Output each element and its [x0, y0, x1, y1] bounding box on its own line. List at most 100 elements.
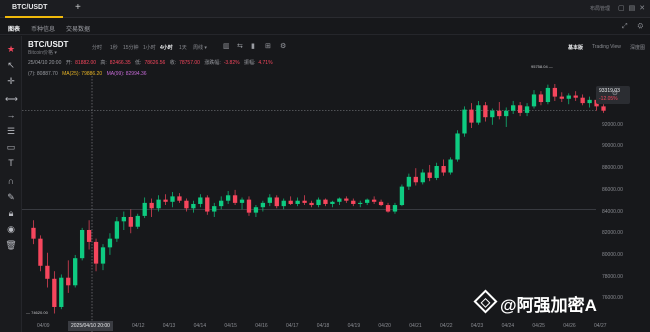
candle-body — [135, 215, 140, 227]
settings-icon[interactable]: ⚙ — [280, 42, 286, 50]
tab-coin-info[interactable]: 币种信息 — [31, 24, 55, 33]
candle-body — [323, 199, 328, 204]
candle-body — [59, 277, 64, 307]
price-tick: 92000.00 — [602, 121, 623, 128]
open-label: 开: — [65, 60, 73, 66]
add-tab-button[interactable]: + — [75, 2, 81, 13]
text-tool-icon[interactable]: T — [5, 158, 17, 169]
time-tick: 04/26 — [563, 323, 576, 329]
candle-body — [330, 201, 335, 204]
ohlc-info: 25/04/10 20:00 开: 81882.00 高: 82466.35 低: 7… — [28, 59, 276, 66]
interval-1s[interactable]: 1秒 — [110, 44, 118, 51]
candle-body — [142, 202, 147, 216]
ma25-value: MA(25): 79886.20 — [62, 71, 103, 77]
view-basic[interactable]: 基本版 — [568, 44, 583, 51]
high-label: 高: — [100, 60, 107, 66]
visibility-icon[interactable]: ◉ — [5, 224, 17, 235]
candlestick-chart[interactable] — [22, 36, 650, 332]
symbol-title[interactable]: BTC/USDT — [28, 40, 68, 49]
compare-icon[interactable]: ⇆ — [237, 42, 243, 50]
price-tick: 76000.00 — [602, 295, 623, 302]
time-axis[interactable]: 04/09 04/12 04/13 04/14 04/15 04/16 04/17 04/18… — [22, 320, 607, 332]
price-scale[interactable]: 95000.0092000.0090000.0088000.0086000.00… — [596, 36, 650, 320]
tab-trade-data[interactable]: 交易数据 — [66, 24, 90, 33]
candle-body — [344, 198, 349, 201]
price-alert-icon[interactable]: ⊙ — [612, 89, 618, 97]
interval-1h[interactable]: 1小时 — [143, 44, 156, 51]
crosshair-time-label: 2025/04/10 20:00 — [68, 321, 113, 331]
crosshair-icon[interactable]: ✛ — [5, 76, 17, 87]
candle-body — [399, 186, 405, 206]
interval-time[interactable]: 分时 — [92, 44, 102, 51]
candle-body — [170, 196, 175, 202]
high-value: 82466.35 — [109, 60, 131, 66]
interval-1d[interactable]: 1天 — [179, 44, 187, 51]
candle-body — [483, 105, 488, 118]
lock-icon[interactable]: 🔒︎ — [5, 208, 17, 219]
ma7-value: (7): 80887.70 — [28, 71, 58, 77]
fib-icon[interactable]: ☰ — [5, 126, 17, 137]
amplitude-label: 振幅: — [243, 60, 256, 66]
measure-icon[interactable]: ✎ — [5, 192, 17, 203]
layout-manager-link[interactable]: 布局管理 — [590, 5, 610, 12]
chart-area[interactable]: BTC/USDT Bitcoin价格 ▾ 分时 1秒 15分钟 1小时 4小时 … — [22, 36, 650, 332]
candle-body — [497, 110, 502, 117]
high-marker: 95758.04 — — [531, 64, 553, 69]
chart-type-icon[interactable]: ▮ — [251, 42, 255, 50]
candle-body — [462, 109, 467, 134]
candle-body — [225, 195, 231, 201]
candle-body — [253, 207, 259, 213]
ray-icon[interactable]: → — [5, 110, 17, 121]
candle-body — [107, 238, 113, 248]
horizontal-line-icon[interactable]: ⟷ — [5, 94, 18, 105]
candle-body — [358, 202, 363, 204]
open-value: 81882.00 — [75, 60, 97, 66]
candle-body — [198, 197, 203, 204]
cursor-icon[interactable]: ↖ — [5, 60, 17, 71]
indicator-icon[interactable]: ▥ — [223, 42, 230, 50]
candle-body — [295, 200, 300, 204]
tab-chart[interactable]: 图表 — [8, 24, 20, 33]
magnet-icon[interactable]: ∩ — [5, 176, 17, 187]
candle-body — [545, 87, 551, 103]
candle-body — [552, 87, 558, 97]
candle-body — [455, 133, 460, 160]
time-tick: 04/13 — [162, 323, 176, 329]
price-tick: 84000.00 — [602, 208, 623, 215]
low-label: 低: — [135, 60, 142, 66]
time-tick: 04/27 — [594, 323, 607, 329]
favorite-star-icon[interactable]: ★ — [5, 44, 17, 55]
candle-body — [86, 229, 92, 242]
candle-body — [79, 229, 85, 259]
sub-tab-bar: 图表 币种信息 交易数据 ⤢ ⚙ — [0, 19, 650, 35]
drawing-toolbar: ★ ↖ ✛ ⟷ → ☰ ▭ T ∩ ✎ 🔒︎ ◉ 🗑︎ — [0, 36, 22, 332]
candle-body — [531, 94, 537, 107]
fullscreen-icon[interactable]: ⤢ ⚙ — [622, 23, 647, 31]
trash-icon[interactable]: 🗑︎ — [5, 240, 17, 251]
symbol-subtitle[interactable]: Bitcoin价格 ▾ — [28, 49, 57, 56]
candle-body — [100, 247, 106, 264]
change-label: 涨跌幅: — [204, 60, 221, 66]
candle-body — [246, 199, 252, 213]
time-tick: 04/15 — [224, 323, 237, 329]
candle-body — [371, 199, 377, 202]
price-tick: 80000.00 — [602, 251, 623, 258]
tab-btc-usdt[interactable]: BTC/USDT — [12, 4, 47, 16]
candle-body — [524, 106, 530, 113]
interval-4h[interactable]: 4小时 — [160, 44, 173, 51]
template-icon[interactable]: ⊞ — [265, 42, 271, 50]
low-value: 78626.56 — [144, 60, 166, 66]
candle-body — [559, 96, 564, 99]
rectangle-icon[interactable]: ▭ — [5, 142, 17, 153]
candle-body — [420, 172, 425, 183]
interval-15m[interactable]: 15分钟 — [123, 44, 139, 51]
close-icon[interactable]: ✕ — [639, 5, 649, 12]
copy-icon[interactable]: ▢ — [618, 5, 629, 12]
candle-body — [149, 202, 154, 209]
candle-body — [267, 197, 272, 203]
candle-body — [490, 110, 495, 118]
time-tick: 04/16 — [255, 323, 268, 329]
interval-weekly[interactable]: 周线 ▾ — [193, 44, 207, 51]
price-tick: 78000.00 — [602, 273, 623, 280]
layout-icon[interactable]: ▤ — [629, 5, 640, 12]
